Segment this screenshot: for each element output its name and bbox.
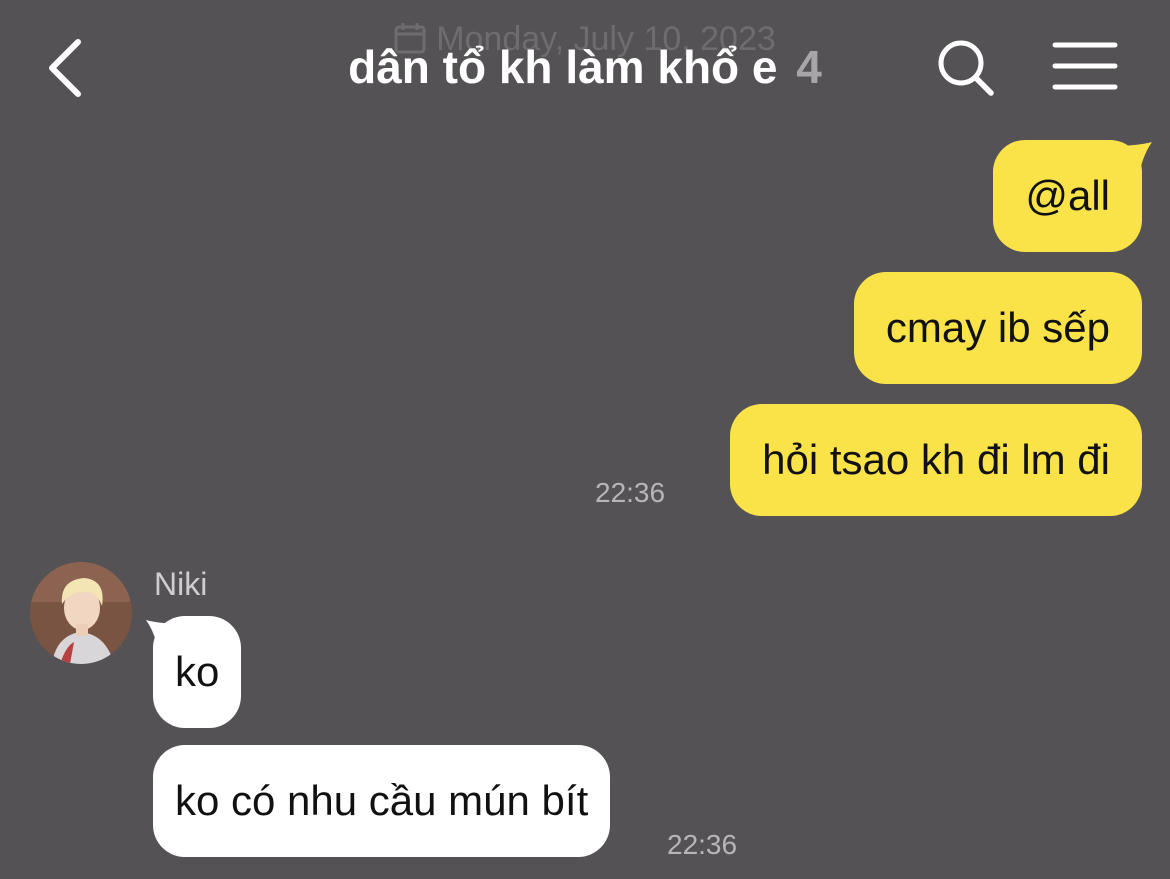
message-text: cmay ib sếp — [885, 304, 1110, 351]
chat-header: dân tổ kh làm khổ e 4 — [0, 0, 1170, 136]
message-text: ko có nhu cầu mún bít — [175, 777, 589, 824]
search-button[interactable] — [934, 36, 998, 100]
message-text: @all — [1025, 172, 1110, 219]
menu-icon — [1052, 42, 1118, 90]
menu-button[interactable] — [1052, 40, 1118, 92]
profile-photo — [30, 562, 132, 664]
my-message-bubble[interactable]: cmay ib sếp — [853, 272, 1142, 384]
chat-title: dân tổ kh làm khổ e 4 — [230, 40, 940, 94]
chat-title-text: dân tổ kh làm khổ e — [348, 41, 778, 93]
sender-name: Niki — [154, 566, 208, 602]
search-icon — [938, 40, 994, 96]
my-message-bubble[interactable]: @all — [993, 140, 1142, 252]
back-arrow-icon — [49, 39, 81, 97]
back-button[interactable] — [40, 36, 100, 100]
chat-screen: Monday, July 10, 2023 dân tổ kh làm khổ … — [0, 0, 1170, 879]
their-message-bubble[interactable]: ko — [153, 616, 242, 728]
member-count: 4 — [796, 41, 822, 93]
message-text: ko — [175, 648, 220, 695]
their-message-bubble[interactable]: ko có nhu cầu mún bít — [153, 745, 611, 857]
message-text: hỏi tsao kh đi lm đi — [762, 436, 1110, 483]
my-message-bubble[interactable]: hỏi tsao kh đi lm đi — [730, 404, 1142, 516]
message-timestamp: 22:36 — [595, 477, 666, 508]
avatar[interactable] — [30, 562, 132, 664]
message-timestamp: 22:36 — [667, 829, 738, 860]
